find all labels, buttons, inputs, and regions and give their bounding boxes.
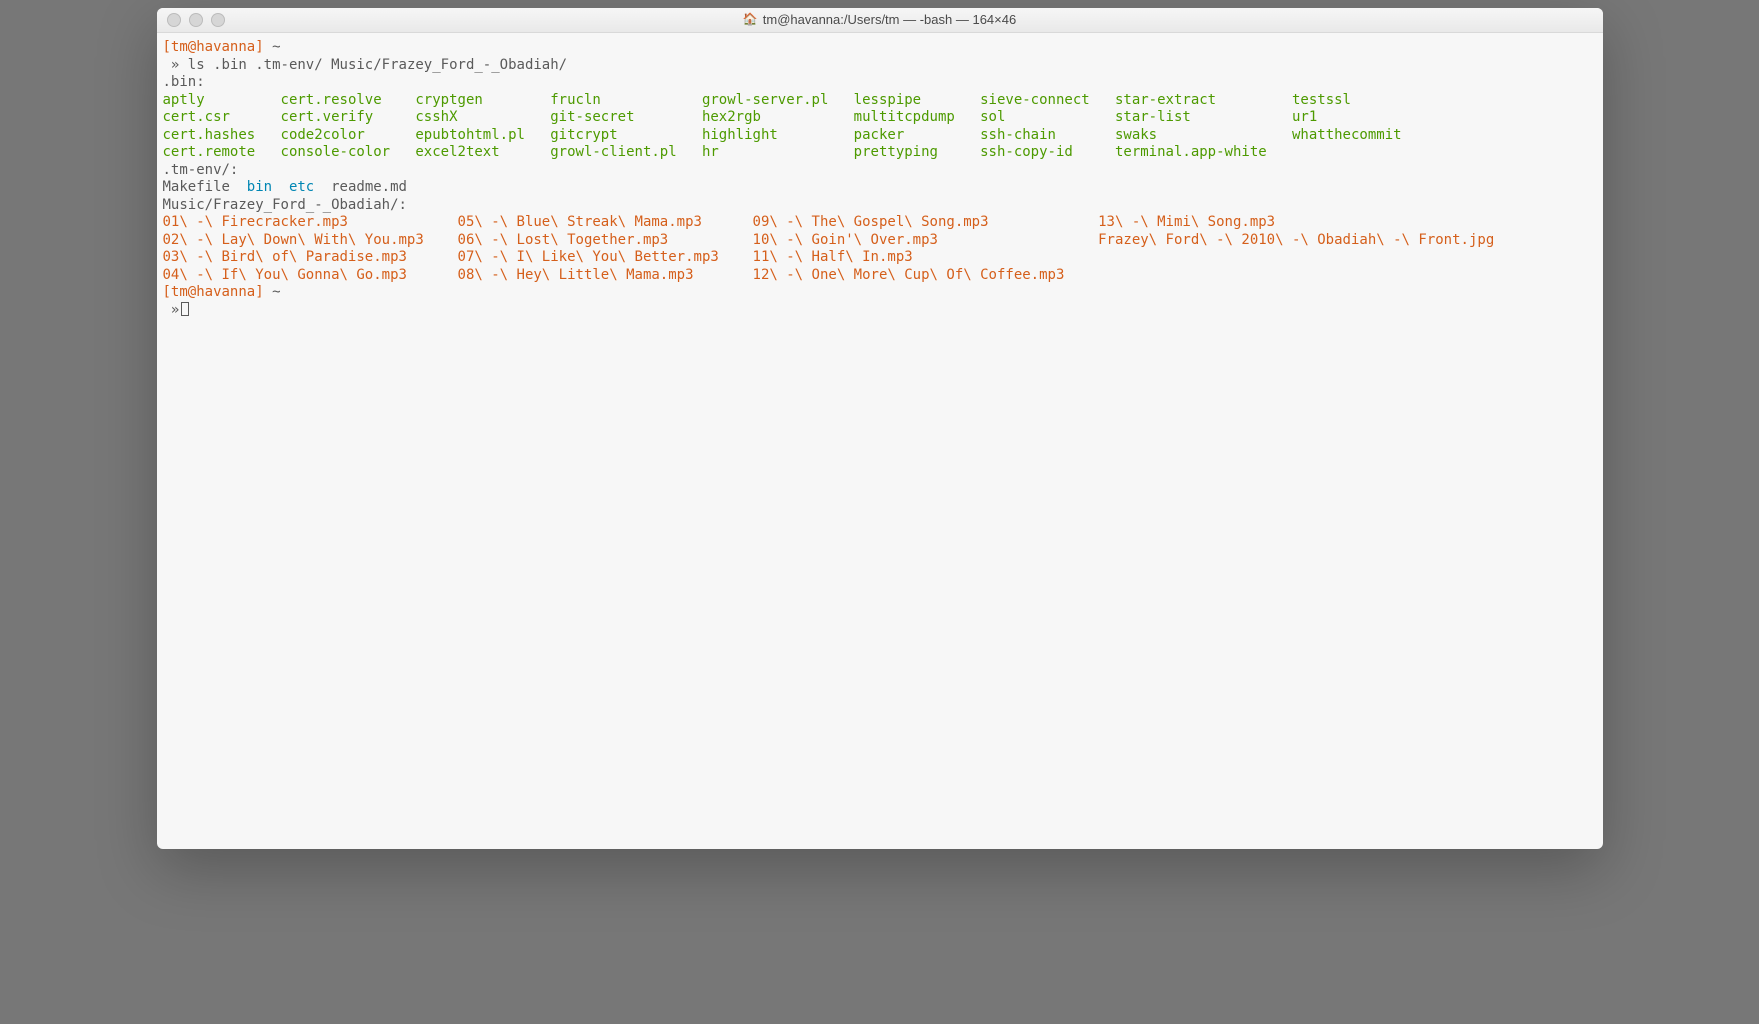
home-icon: 🏠: [743, 11, 758, 29]
prompt-cursor-line[interactable]: »: [163, 302, 1597, 320]
window-title: 🏠 tm@havanna:/Users/tm — -bash — 164×46: [157, 11, 1603, 29]
terminal-window: 🏠 tm@havanna:/Users/tm — -bash — 164×46 …: [157, 8, 1603, 849]
zoom-icon[interactable]: [211, 13, 225, 27]
music-file-row: 04\ -\ If\ You\ Gonna\ Go.mp3 08\ -\ Hey…: [163, 267, 1597, 285]
close-icon[interactable]: [167, 13, 181, 27]
command-line: » ls .bin .tm-env/ Music/Frazey_Ford_-_O…: [163, 57, 1597, 75]
minimize-icon[interactable]: [189, 13, 203, 27]
music-file-row: 02\ -\ Lay\ Down\ With\ You.mp3 06\ -\ L…: [163, 232, 1597, 250]
music-file-row: 01\ -\ Firecracker.mp3 05\ -\ Blue\ Stre…: [163, 214, 1597, 232]
terminal-output[interactable]: [tm@havanna] ~ » ls .bin .tm-env/ Music/…: [157, 33, 1603, 849]
bin-file-row: cert.remote console-color excel2text gro…: [163, 144, 1597, 162]
cursor: [181, 302, 189, 316]
title-bar: 🏠 tm@havanna:/Users/tm — -bash — 164×46: [157, 8, 1603, 33]
prompt-line: [tm@havanna] ~: [163, 284, 1597, 302]
section-header-tmenv: .tm-env/:: [163, 162, 1597, 180]
section-header-music: Music/Frazey_Ford_-_Obadiah/:: [163, 197, 1597, 215]
window-title-text: tm@havanna:/Users/tm — -bash — 164×46: [763, 11, 1016, 29]
music-file-row: 03\ -\ Bird\ of\ Paradise.mp3 07\ -\ I\ …: [163, 249, 1597, 267]
traffic-lights: [157, 13, 225, 27]
tmenv-row: Makefile bin etc readme.md: [163, 179, 1597, 197]
section-header-bin: .bin:: [163, 74, 1597, 92]
bin-file-row: cert.hashes code2color epubtohtml.pl git…: [163, 127, 1597, 145]
bin-file-row: aptly cert.resolve cryptgen frucln growl…: [163, 92, 1597, 110]
prompt-line: [tm@havanna] ~: [163, 39, 1597, 57]
bin-file-row: cert.csr cert.verify csshX git-secret he…: [163, 109, 1597, 127]
